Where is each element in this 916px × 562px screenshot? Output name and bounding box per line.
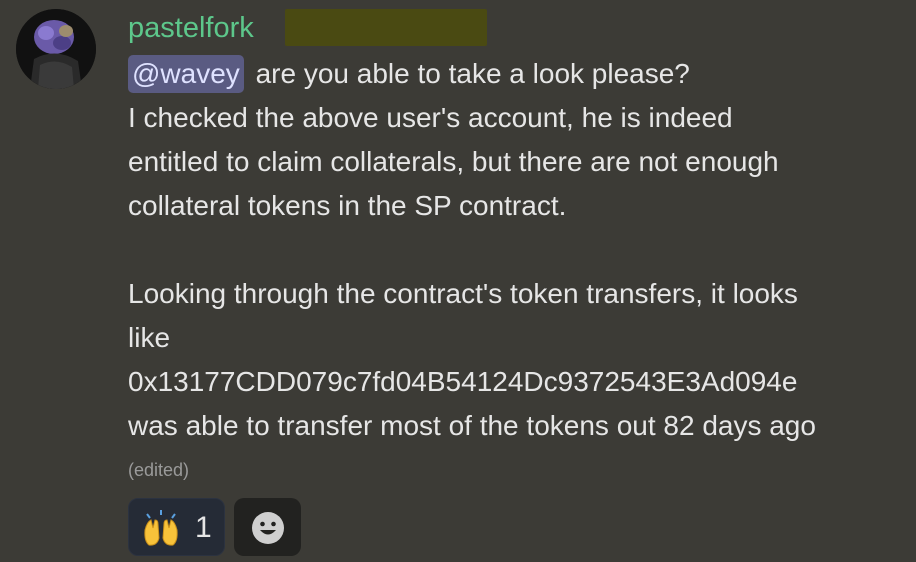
message-line: like bbox=[128, 322, 171, 353]
chat-message: pastelfork @wavey are you able to take a… bbox=[0, 0, 916, 562]
author-username[interactable]: pastelfork bbox=[128, 10, 254, 46]
user-avatar[interactable] bbox=[16, 9, 96, 89]
message-line: was able to transfer most of the tokens … bbox=[128, 410, 816, 441]
avatar-image-icon bbox=[16, 9, 96, 89]
message-line: I checked the above user's account, he i… bbox=[128, 102, 733, 133]
add-reaction-button[interactable] bbox=[234, 498, 301, 556]
message-line: Looking through the contract's token tra… bbox=[128, 278, 798, 309]
edited-label: (edited) bbox=[128, 460, 190, 480]
smiley-add-reaction-icon bbox=[252, 512, 284, 544]
message-line: collateral tokens in the SP contract. bbox=[128, 190, 567, 221]
role-badge bbox=[285, 9, 487, 46]
reaction-count: 1 bbox=[195, 511, 212, 544]
message-address-line: 0x13177CDD079c7fd04B54124Dc9372543E3Ad09… bbox=[128, 366, 798, 397]
user-mention[interactable]: @wavey bbox=[128, 55, 244, 93]
message-content: @wavey are you able to take a look pleas… bbox=[128, 52, 898, 448]
message-line: @wavey are you able to take a look pleas… bbox=[128, 52, 898, 96]
raised-hands-icon bbox=[144, 510, 178, 546]
reaction-raised-hands[interactable]: 1 bbox=[128, 498, 225, 556]
message-line: entitled to claim collaterals, but there… bbox=[128, 146, 779, 177]
message-text: are you able to take a look please? bbox=[247, 58, 690, 89]
